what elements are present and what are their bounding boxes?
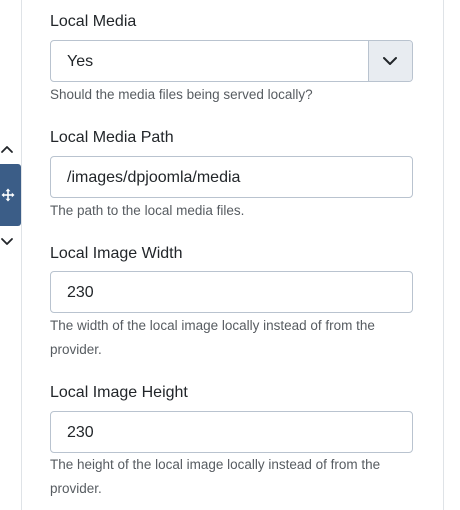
local-image-height-value: 230: [67, 424, 94, 441]
local-media-path-label: Local Media Path: [50, 129, 174, 146]
local-image-height-help: The height of the local image locally in…: [50, 457, 381, 496]
local-image-width-help: The width of the local image locally ins…: [50, 318, 375, 357]
local-image-height-label: Local Image Height: [50, 384, 188, 401]
chevron-up-icon[interactable]: [0, 143, 14, 157]
local-media-path-help: The path to the local media files.: [50, 203, 245, 218]
field-sorter: [0, 138, 21, 250]
local-media-help: Should the media files being served loca…: [50, 87, 313, 102]
local-image-width-value: 230: [67, 284, 94, 301]
local-media-label: Local Media: [50, 13, 137, 30]
chevron-down-icon: [383, 57, 397, 65]
local-media-selected-value: Yes: [67, 53, 94, 70]
local-image-width-input[interactable]: 230: [50, 271, 413, 313]
chevron-down-icon[interactable]: [0, 234, 14, 248]
local-media-select[interactable]: Yes: [50, 40, 413, 82]
move-arrows-icon: [1, 188, 15, 202]
settings-page: Local Media Yes Should the media files b…: [0, 0, 460, 510]
local-media-path-value: /images/dpjoomla/media: [67, 169, 241, 186]
local-media-path-input[interactable]: /images/dpjoomla/media: [50, 156, 413, 198]
select-toggle-button[interactable]: [368, 41, 412, 81]
local-image-height-input[interactable]: 230: [50, 411, 413, 453]
drag-handle[interactable]: [0, 164, 21, 226]
local-image-width-label: Local Image Width: [50, 245, 183, 262]
